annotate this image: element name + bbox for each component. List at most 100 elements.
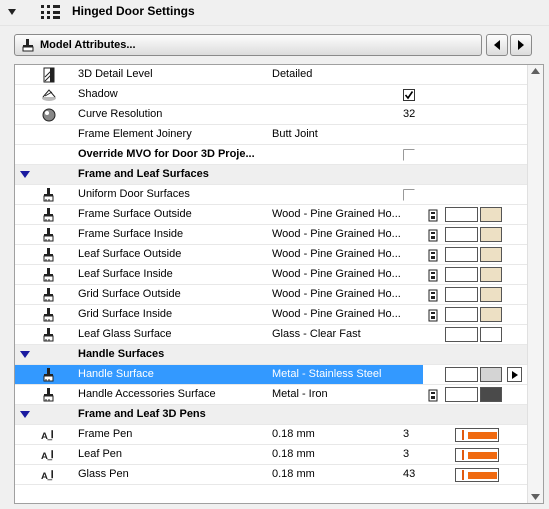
surface-swatch-color[interactable]: [480, 267, 502, 282]
list-item[interactable]: Leaf Surface Outside Wood - Pine Grained …: [15, 245, 527, 265]
list-item[interactable]: Curve Resolution 32: [15, 105, 527, 125]
group-row[interactable]: Frame and Leaf Surfaces: [15, 165, 527, 185]
surface-swatch-primary[interactable]: [445, 387, 478, 402]
list-item[interactable]: Handle Surface Metal - Stainless Steel: [15, 365, 527, 385]
panel-header[interactable]: Hinged Door Settings: [0, 0, 549, 26]
checkbox-checked[interactable]: [403, 89, 415, 101]
item-value[interactable]: Wood - Pine Grained Ho...: [272, 308, 401, 320]
material-icon[interactable]: [427, 229, 439, 242]
item-label: Override MVO for Door 3D Proje...: [78, 148, 255, 160]
settings-list: 3D Detail Level Detailed Shadow Curve Resol…: [14, 64, 544, 504]
material-icon[interactable]: [427, 249, 439, 262]
item-value[interactable]: Butt Joint: [272, 128, 318, 140]
pen-icon: A: [41, 470, 53, 482]
group-row[interactable]: Frame and Leaf 3D Pens: [15, 405, 527, 425]
surface-swatch-color[interactable]: [480, 307, 502, 322]
item-value[interactable]: 0.18 mm: [272, 428, 315, 440]
item-number[interactable]: 3: [403, 448, 409, 460]
list-item[interactable]: A Frame Pen 0.18 mm 3: [15, 425, 527, 445]
material-icon[interactable]: [427, 209, 439, 222]
expand-triangle-icon[interactable]: [20, 410, 30, 419]
scroll-up-icon[interactable]: [531, 68, 540, 74]
surface-swatch-color[interactable]: [480, 207, 502, 222]
group-label: Frame and Leaf Surfaces: [78, 168, 209, 180]
group-row[interactable]: Handle Surfaces: [15, 345, 527, 365]
previous-button[interactable]: [486, 34, 508, 56]
arrow-right-icon: [518, 40, 524, 50]
item-label: Frame Surface Outside: [78, 208, 192, 220]
pen-swatch[interactable]: [455, 448, 499, 462]
material-icon[interactable]: [427, 389, 439, 402]
material-icon[interactable]: [427, 269, 439, 282]
item-value[interactable]: Wood - Pine Grained Ho...: [272, 248, 401, 260]
paint-brush-icon: [43, 208, 54, 222]
item-value[interactable]: Metal - Iron: [272, 388, 328, 400]
list-item[interactable]: Handle Accessories Surface Metal - Iron: [15, 385, 527, 405]
list-item[interactable]: Leaf Surface Inside Wood - Pine Grained H…: [15, 265, 527, 285]
item-value[interactable]: Wood - Pine Grained Ho...: [272, 208, 401, 220]
item-value[interactable]: Metal - Stainless Steel: [272, 368, 381, 380]
item-number[interactable]: 32: [403, 108, 415, 120]
pen-swatch[interactable]: [455, 468, 499, 482]
scroll-down-icon[interactable]: [531, 494, 540, 500]
surface-swatch-primary[interactable]: [445, 367, 478, 382]
material-icon[interactable]: [427, 289, 439, 302]
surface-swatch-primary[interactable]: [445, 327, 478, 342]
list-item[interactable]: 3D Detail Level Detailed: [15, 65, 527, 85]
list-item[interactable]: Grid Surface Inside Wood - Pine Grained H…: [15, 305, 527, 325]
item-label: Grid Surface Outside: [78, 288, 181, 300]
surface-swatch-color[interactable]: [480, 287, 502, 302]
material-icon[interactable]: [427, 309, 439, 322]
surface-swatch-color[interactable]: [480, 327, 502, 342]
vertical-scrollbar[interactable]: [527, 65, 543, 503]
expand-triangle-icon[interactable]: [20, 170, 30, 179]
surface-swatch-primary[interactable]: [445, 287, 478, 302]
item-label: Shadow: [78, 88, 118, 100]
item-number[interactable]: 3: [403, 428, 409, 440]
checkbox[interactable]: [403, 189, 415, 201]
surface-swatch-primary[interactable]: [445, 307, 478, 322]
item-value[interactable]: Wood - Pine Grained Ho...: [272, 268, 401, 280]
surface-swatch-primary[interactable]: [445, 207, 478, 222]
surface-swatch-primary[interactable]: [445, 247, 478, 262]
item-number[interactable]: 43: [403, 468, 415, 480]
surface-swatch-color[interactable]: [480, 387, 502, 402]
item-value[interactable]: Detailed: [272, 68, 312, 80]
pen-weight-bar: [462, 430, 464, 440]
list-item[interactable]: Shadow: [15, 85, 527, 105]
list-item[interactable]: Uniform Door Surfaces: [15, 185, 527, 205]
surface-swatch-color[interactable]: [480, 367, 502, 382]
item-value[interactable]: Glass - Clear Fast: [272, 328, 361, 340]
svg-text:A: A: [41, 451, 48, 462]
collapse-triangle-icon[interactable]: [6, 6, 18, 18]
list-item[interactable]: Frame Surface Inside Wood - Pine Grained …: [15, 225, 527, 245]
surface-swatch-color[interactable]: [480, 247, 502, 262]
list-item[interactable]: A Glass Pen 0.18 mm 43: [15, 465, 527, 485]
play-arrow-icon: [511, 370, 518, 379]
item-value[interactable]: 0.18 mm: [272, 448, 315, 460]
surface-swatch-primary[interactable]: [445, 267, 478, 282]
surface-swatch-primary[interactable]: [445, 227, 478, 242]
item-label: Leaf Pen: [78, 448, 123, 460]
swatch-popup-button[interactable]: [507, 367, 522, 382]
arrow-left-icon: [494, 40, 500, 50]
list-item[interactable]: Frame Surface Outside Wood - Pine Grained…: [15, 205, 527, 225]
list-item[interactable]: Grid Surface Outside Wood - Pine Grained …: [15, 285, 527, 305]
model-attributes-button[interactable]: Model Attributes...: [14, 34, 482, 56]
pen-color-fill: [468, 432, 497, 439]
pen-swatch[interactable]: [455, 428, 499, 442]
list-item[interactable]: A Leaf Pen 0.18 mm 3: [15, 445, 527, 465]
item-value[interactable]: 0.18 mm: [272, 468, 315, 480]
item-value[interactable]: Wood - Pine Grained Ho...: [272, 288, 401, 300]
svg-text:A: A: [41, 471, 48, 482]
svg-text:A: A: [41, 431, 48, 442]
surface-swatch-color[interactable]: [480, 227, 502, 242]
list-item[interactable]: Override MVO for Door 3D Proje...: [15, 145, 527, 165]
item-value[interactable]: Wood - Pine Grained Ho...: [272, 228, 401, 240]
expand-triangle-icon[interactable]: [20, 350, 30, 359]
list-item[interactable]: Frame Element Joinery Butt Joint: [15, 125, 527, 145]
checkbox[interactable]: [403, 149, 415, 161]
item-label: Handle Surface: [78, 368, 154, 380]
list-item[interactable]: Leaf Glass Surface Glass - Clear Fast: [15, 325, 527, 345]
next-button[interactable]: [510, 34, 532, 56]
